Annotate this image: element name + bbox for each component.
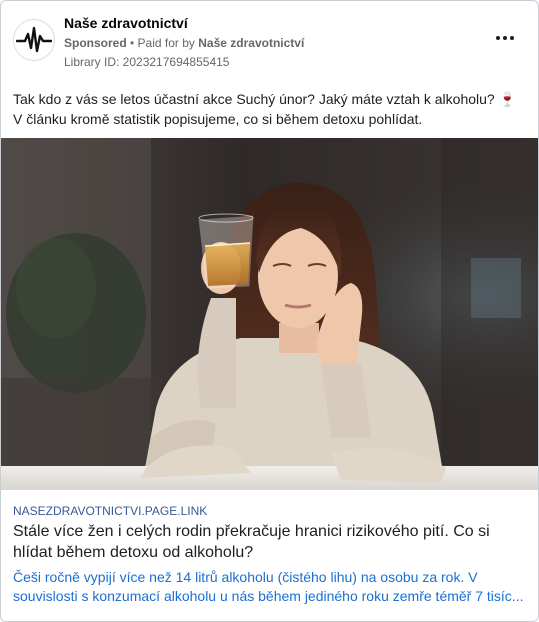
library-id: Library ID: 2023217694855415: [64, 55, 230, 69]
post-body-text-2: V článku kromě statistik popisujeme, co …: [13, 111, 423, 127]
page-avatar[interactable]: [13, 19, 55, 61]
sponsored-line: Sponsored • Paid for by Naše zdravotnict…: [64, 36, 304, 50]
woman-with-glass-photo: [1, 138, 538, 490]
page-name[interactable]: Naše zdravotnictví: [64, 15, 188, 31]
link-preview[interactable]: NASEZDRAVOTNICTVI.PAGE.LINK Stále více ž…: [1, 490, 538, 621]
link-description-line-1: Češi ročně vypijí více než 14 litrů alko…: [13, 569, 478, 585]
post-header: Naše zdravotnictví Sponsored • Paid for …: [13, 13, 526, 73]
link-domain[interactable]: NASEZDRAVOTNICTVI.PAGE.LINK: [13, 504, 528, 518]
heartbeat-pulse-icon: [16, 26, 52, 53]
link-headline[interactable]: Stále více žen i celých rodin překračuje…: [13, 521, 528, 563]
link-description[interactable]: Češi ročně vypijí více než 14 litrů alko…: [13, 568, 526, 606]
ad-image[interactable]: [1, 138, 538, 490]
sponsored-label: Sponsored: [64, 36, 127, 50]
wine-glass-icon: 🍷: [498, 91, 517, 107]
paid-for-prefix: • Paid for by: [126, 36, 199, 50]
paid-for-name: Naše zdravotnictví: [198, 36, 305, 50]
post-body-text: Tak kdo z vás se letos účastní akce Such…: [13, 89, 528, 129]
ad-card: Naše zdravotnictví Sponsored • Paid for …: [0, 0, 539, 622]
more-options-icon[interactable]: [496, 33, 514, 43]
post-body-text-1: Tak kdo z vás se letos účastní akce Such…: [13, 91, 495, 107]
link-description-line-2: souvislosti s konzumací alkoholu u nás b…: [13, 588, 524, 604]
